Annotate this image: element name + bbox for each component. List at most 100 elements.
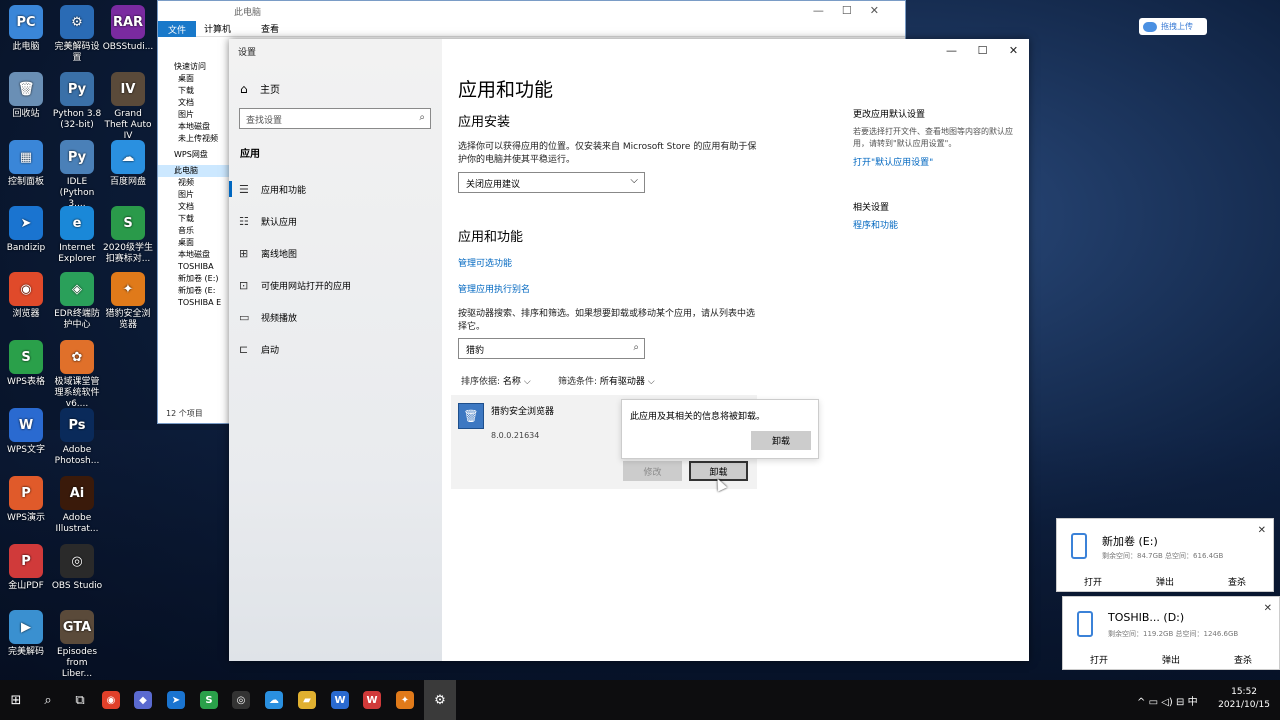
install-source-dropdown[interactable]: 关闭应用建议 ⌵ bbox=[458, 172, 645, 193]
ribbon-tab-computer[interactable]: 计算机 bbox=[196, 22, 239, 35]
nav-item[interactable]: 桌面 bbox=[158, 73, 230, 85]
nav-item[interactable]: 新加卷 (E: bbox=[158, 285, 230, 297]
desktop-icon[interactable]: ◈ EDR终端防护中心 bbox=[51, 272, 103, 331]
modify-button[interactable]: 修改 bbox=[623, 461, 682, 481]
sidebar-item[interactable]: ⊞ 离线地图 bbox=[229, 237, 442, 269]
explorer-nav-pane[interactable]: 快速访问 桌面 下载 文档 图片 本地磁盘 未上传视频 WPS网盘 此电脑 视频 图片 文档 下载 音乐桌… bbox=[158, 61, 230, 309]
desktop-icon[interactable]: ✦ 猎豹安全浏览器 bbox=[102, 272, 154, 331]
wps-icon[interactable]: W bbox=[363, 691, 381, 709]
confirm-uninstall-button[interactable]: 卸载 bbox=[751, 431, 811, 450]
nav-item[interactable]: 快速访问 bbox=[158, 61, 230, 73]
ribbon-tab-view[interactable]: 查看 bbox=[253, 22, 287, 35]
open-default-apps-link[interactable]: 打开"默认应用设置" bbox=[853, 155, 933, 168]
sidebar-item[interactable]: ☰ 应用和功能 bbox=[229, 173, 442, 205]
sidebar-item[interactable]: ☷ 默认应用 bbox=[229, 205, 442, 237]
desktop-icon[interactable]: Py IDLE (Python 3.... bbox=[51, 140, 103, 210]
usb-tray-icon[interactable]: ⊟ bbox=[1176, 697, 1184, 708]
volume-icon[interactable]: ◁) bbox=[1161, 697, 1173, 708]
minimize-button[interactable]: — bbox=[936, 39, 967, 61]
baidu-icon[interactable]: ☁ bbox=[265, 691, 283, 709]
manage-optional-features-link[interactable]: 管理可选功能 bbox=[458, 256, 512, 269]
sidebar-item[interactable]: ⊡ 可使用网站打开的应用 bbox=[229, 269, 442, 301]
explorer-caption-buttons[interactable]: —☐✕ bbox=[813, 4, 897, 17]
nav-item[interactable]: 文档 bbox=[158, 97, 230, 109]
settings-window[interactable]: 设置 ⌂ 主页 查找设置 ⌕ 应用 ☰ 应用和功能 ☷ 默认应用 ⊞ 离线地图 ⊡ 可使用网站… bbox=[229, 39, 1029, 661]
wps-sheet-icon[interactable]: S bbox=[200, 691, 218, 709]
toast-scan-button[interactable]: 查杀 bbox=[1201, 575, 1273, 588]
toast-open-button[interactable]: 打开 bbox=[1057, 575, 1129, 588]
filter-dropdown[interactable]: 筛选条件: 所有驱动器 ⌵ bbox=[558, 374, 655, 387]
toast-scan-button[interactable]: 查杀 bbox=[1207, 653, 1279, 666]
nav-item[interactable]: TOSHIBA bbox=[158, 261, 230, 273]
desktop-icon[interactable]: ◉ 浏览器 bbox=[0, 272, 52, 320]
sidebar-home[interactable]: ⌂ 主页 bbox=[240, 81, 280, 97]
desktop-icon[interactable]: Ps Adobe Photosh... bbox=[51, 408, 103, 467]
usb-toast-d[interactable]: TOSHIB... (D:) 剩余空间：119.2GB 总空间：1246.6GB… bbox=[1062, 596, 1280, 670]
manage-execution-alias-link[interactable]: 管理应用执行别名 bbox=[458, 282, 530, 295]
sort-dropdown[interactable]: 排序依据: 名称 ⌵ bbox=[461, 374, 531, 387]
wps-writer-icon[interactable]: W bbox=[331, 691, 349, 709]
nav-item[interactable]: 视频 bbox=[158, 177, 230, 189]
start-icon[interactable]: ⊞ bbox=[4, 688, 28, 712]
baidu-upload-pill[interactable]: 拖拽上传 bbox=[1139, 18, 1207, 35]
desktop-icon[interactable]: W WPS文字 bbox=[0, 408, 52, 456]
close-icon[interactable]: ✕ bbox=[1258, 525, 1266, 536]
chrome-icon[interactable]: ◉ bbox=[102, 691, 120, 709]
nav-item[interactable]: 新加卷 (E:) bbox=[158, 273, 230, 285]
close-button[interactable]: ✕ bbox=[998, 39, 1029, 61]
ime-indicator[interactable]: 中 bbox=[1188, 697, 1198, 708]
cheetah-icon[interactable]: ✦ bbox=[396, 691, 414, 709]
desktop-icon[interactable]: S WPS表格 bbox=[0, 340, 52, 388]
settings-icon[interactable]: ⚙ bbox=[428, 688, 452, 712]
nav-item[interactable]: 下载 bbox=[158, 213, 230, 225]
usb-toast-e[interactable]: 新加卷 (E:) 剩余空间：84.7GB 总空间：616.4GB ✕ 打开 弹出… bbox=[1056, 518, 1274, 592]
desktop-icon[interactable]: 🗑 回收站 bbox=[0, 72, 52, 120]
desktop-icon[interactable]: ✿ 极域课堂管理系统软件v6.... bbox=[51, 340, 103, 410]
nav-item[interactable]: 图片 bbox=[158, 109, 230, 121]
desktop-icon[interactable]: ▦ 控制面板 bbox=[0, 140, 52, 188]
obs-icon[interactable]: ◎ bbox=[232, 691, 250, 709]
toast-eject-button[interactable]: 弹出 bbox=[1135, 653, 1207, 666]
nav-item[interactable]: 桌面 bbox=[158, 237, 230, 249]
nav-item[interactable]: TOSHIBA E bbox=[158, 297, 230, 309]
nav-item[interactable]: 图片 bbox=[158, 189, 230, 201]
system-tray[interactable]: ^ ▭ ◁) ⊟ 中 bbox=[1137, 693, 1198, 708]
explorer-icon[interactable]: ▰ bbox=[298, 691, 316, 709]
nav-item[interactable]: 音乐 bbox=[158, 225, 230, 237]
clock[interactable]: 15:52 2021/10/15 bbox=[1218, 686, 1270, 712]
chevron-up-icon[interactable]: ^ bbox=[1137, 697, 1145, 708]
ribbon-tab-file[interactable]: 文件 bbox=[158, 20, 197, 37]
nav-item[interactable]: 本地磁盘 bbox=[158, 249, 230, 261]
desktop-icon[interactable]: Ai Adobe Illustrat... bbox=[51, 476, 103, 535]
nav-item[interactable]: 文档 bbox=[158, 201, 230, 213]
nav-item[interactable]: 下载 bbox=[158, 85, 230, 97]
desktop-icon[interactable]: P WPS演示 bbox=[0, 476, 52, 524]
programs-features-link[interactable]: 程序和功能 bbox=[853, 218, 898, 231]
desktop-icon[interactable]: ⚙ 完美解码设置 bbox=[51, 5, 103, 64]
sidebar-item[interactable]: ▭ 视频播放 bbox=[229, 301, 442, 333]
desktop-icon[interactable]: P 金山PDF bbox=[0, 544, 52, 592]
toast-eject-button[interactable]: 弹出 bbox=[1129, 575, 1201, 588]
desktop-icon[interactable]: e Internet Explorer bbox=[51, 206, 103, 265]
nav-item[interactable]: WPS网盘 bbox=[158, 149, 230, 161]
desktop-icon[interactable]: S 2020级学生扣赛标对... bbox=[102, 206, 154, 265]
desktop-icon[interactable]: ☁ 百度网盘 bbox=[102, 140, 154, 188]
desktop-icon[interactable]: GTA Episodes from Liber... bbox=[51, 610, 103, 680]
maximize-button[interactable]: ☐ bbox=[967, 39, 998, 61]
search-icon[interactable]: ⌕ bbox=[36, 688, 60, 712]
desktop-icon[interactable]: RAR OBSStudi... bbox=[102, 5, 154, 53]
close-icon[interactable]: ✕ bbox=[1264, 603, 1272, 614]
bandizip-icon[interactable]: ➤ bbox=[167, 691, 185, 709]
desktop-icon[interactable]: ▶ 完美解码 bbox=[0, 610, 52, 658]
desktop-icon[interactable]: IV Grand Theft Auto IV bbox=[102, 72, 154, 142]
app-1-icon[interactable]: ◆ bbox=[134, 691, 152, 709]
desktop-icon[interactable]: Py Python 3.8 (32-bit) bbox=[51, 72, 103, 131]
network-icon[interactable]: ▭ bbox=[1149, 697, 1158, 708]
settings-search-input[interactable]: 查找设置 ⌕ bbox=[239, 108, 431, 129]
nav-item[interactable]: 此电脑 bbox=[158, 165, 230, 177]
sidebar-item[interactable]: ⊏ 启动 bbox=[229, 333, 442, 365]
app-search-input[interactable]: 猎豹 ⌕ bbox=[458, 338, 645, 359]
desktop-icon[interactable]: ◎ OBS Studio bbox=[51, 544, 103, 592]
task-view-icon[interactable]: ⧉ bbox=[68, 688, 92, 712]
nav-item[interactable]: 本地磁盘 bbox=[158, 121, 230, 133]
